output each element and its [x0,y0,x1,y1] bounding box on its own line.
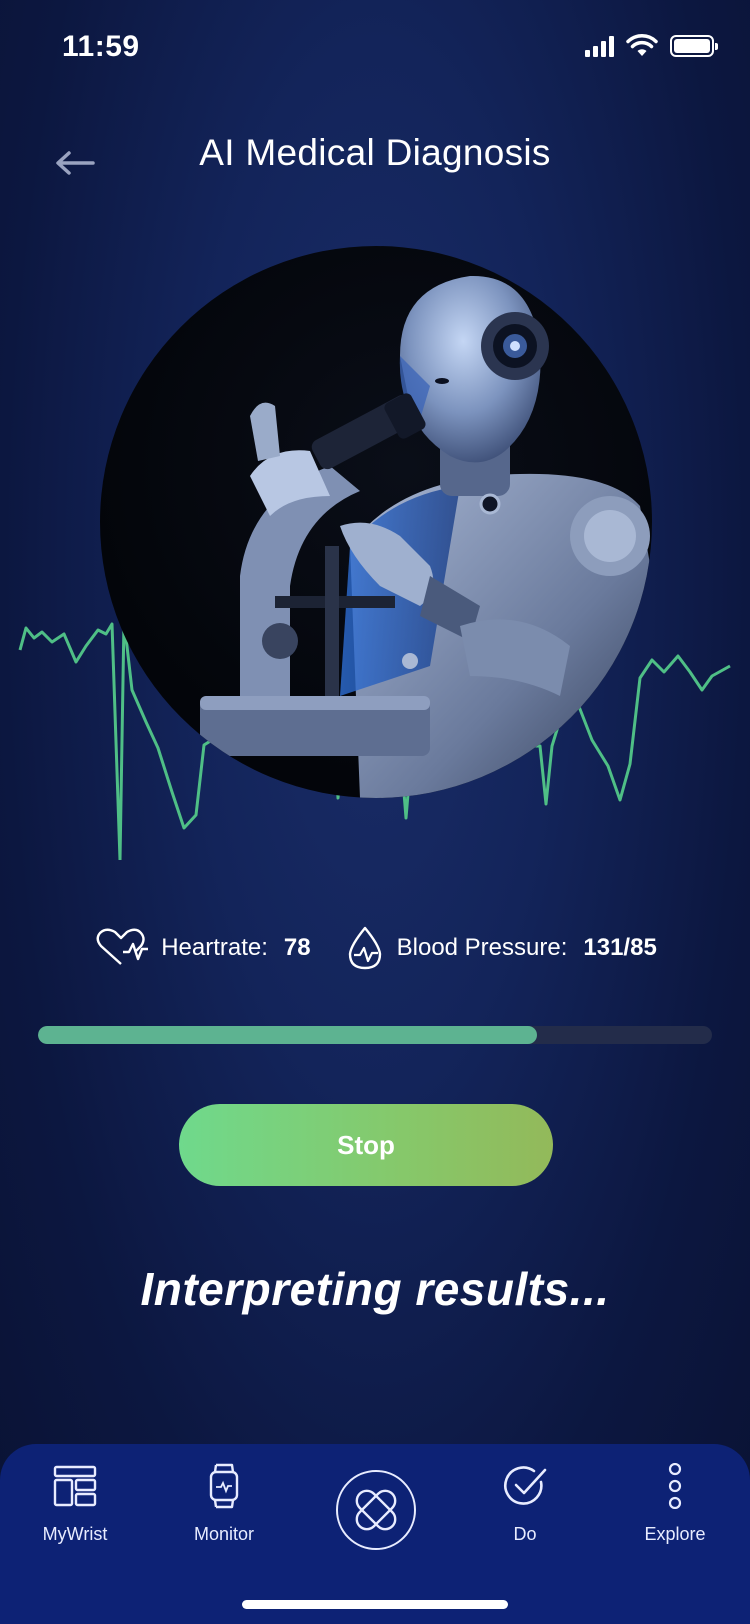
tab-monitor[interactable]: Monitor [164,1460,284,1545]
battery-icon [670,35,718,57]
heartrate-value: 78 [283,934,311,961]
more-vertical-icon [668,1463,682,1509]
bandage-icon [355,1489,397,1531]
tab-label: Monitor [193,1524,255,1544]
heart-pulse-icon [96,928,149,965]
analysis-progress-fill [38,1026,537,1044]
robot-with-microscope-illustration [200,275,652,798]
status-bar: 11:59 [0,0,750,96]
heartrate-reading: Heartrate: 78 [93,928,311,968]
status-icons [585,34,718,58]
dashboard-icon [53,1465,97,1507]
blood-pressure-label: Blood Pressure: [396,934,568,961]
bottom-tab-bar: MyWrist Monitor Do Explore [0,1444,750,1624]
tab-health-center[interactable] [336,1470,416,1550]
tab-mywrist[interactable]: MyWrist [15,1460,135,1545]
blood-pressure-value: 131/85 [583,934,657,961]
tab-label: Explore [644,1524,706,1544]
blood-pressure-reading: Blood Pressure: 131/85 [345,925,657,971]
tab-label: MyWrist [42,1524,108,1544]
stop-button[interactable]: Stop [179,1104,553,1186]
wifi-icon [626,34,658,56]
page-title: AI Medical Diagnosis [199,132,551,173]
status-time: 11:59 [62,30,140,63]
drop-pulse-icon [348,926,381,970]
heartrate-label: Heartrate: [161,934,268,961]
smartwatch-icon [209,1463,239,1509]
status-message: Interpreting results... [140,1263,610,1315]
robot-image [100,246,652,798]
hero-illustration [0,240,750,880]
tab-label: Do [513,1524,537,1544]
analysis-progress-bar [38,1026,712,1044]
home-indicator [242,1600,508,1609]
tab-do[interactable]: Do [465,1460,585,1545]
tab-explore[interactable]: Explore [615,1460,735,1545]
vitals-row: Heartrate: 78 Blood Pressure: 131/85 [0,925,750,971]
ai-diagnosis-screen: 11:59 AI Medical Diagnosis Heartrate: 78… [0,0,750,1624]
cellular-signal-icon [585,35,614,57]
check-circle-icon [504,1466,547,1505]
